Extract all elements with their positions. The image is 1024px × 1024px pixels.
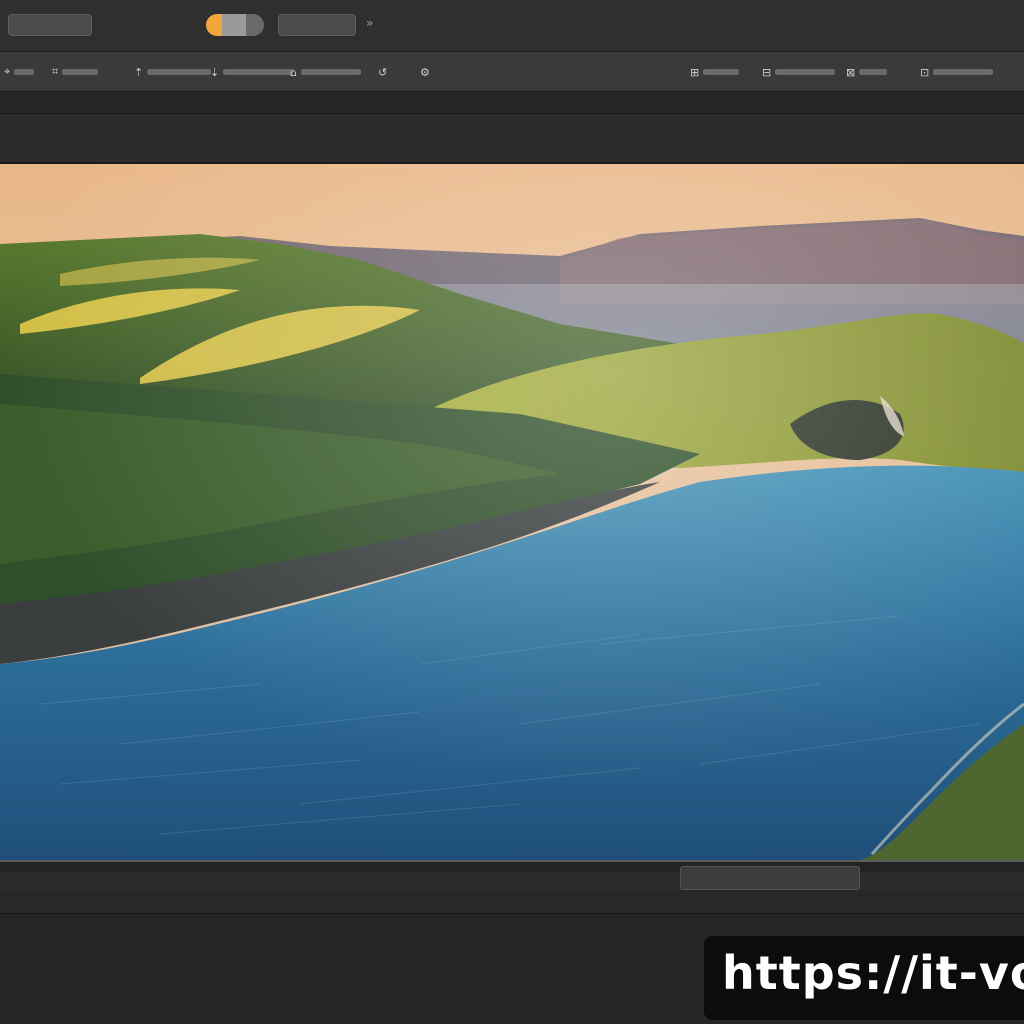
- chevron-right-icon[interactable]: »: [366, 16, 373, 30]
- track-labels: [0, 890, 1024, 914]
- url-watermark: https://it-vo: [704, 936, 1024, 1020]
- tool-arrow-up-icon[interactable]: ⇡: [134, 62, 212, 82]
- menu-pill-2[interactable]: [278, 14, 356, 36]
- right-tool-layout-icon[interactable]: ⊞: [690, 62, 740, 82]
- landscape-image: [0, 164, 1024, 860]
- image-canvas[interactable]: [0, 164, 1024, 860]
- right-tool-close-icon[interactable]: ⊠: [846, 62, 888, 82]
- tool-move-icon[interactable]: ⌖: [4, 62, 35, 82]
- toggle-switch[interactable]: [206, 14, 264, 36]
- right-tool-frame-icon[interactable]: ⊡: [920, 62, 994, 82]
- sub-toolbar: [0, 92, 1024, 114]
- menu-pill-1[interactable]: [8, 14, 92, 36]
- tool-rotate-icon[interactable]: ↺: [378, 62, 387, 82]
- tool-arrow-down-icon[interactable]: ⇣: [210, 62, 294, 82]
- toolbar: ⌖ ⌗ ⇡ ⇣ ⌂ ↺ ⚙ ⊞ ⊟ ⊠ ⊡: [0, 52, 1024, 92]
- panel-header: [0, 114, 1024, 164]
- tool-settings-icon[interactable]: ⚙: [420, 62, 430, 82]
- url-watermark-text: https://it-vo: [722, 946, 1024, 1000]
- title-bar: »: [0, 0, 1024, 52]
- tool-home-icon[interactable]: ⌂: [290, 62, 361, 82]
- tool-grid-icon[interactable]: ⌗: [52, 62, 99, 82]
- right-tool-collapse-icon[interactable]: ⊟: [762, 62, 836, 82]
- active-track-chip[interactable]: [680, 866, 860, 890]
